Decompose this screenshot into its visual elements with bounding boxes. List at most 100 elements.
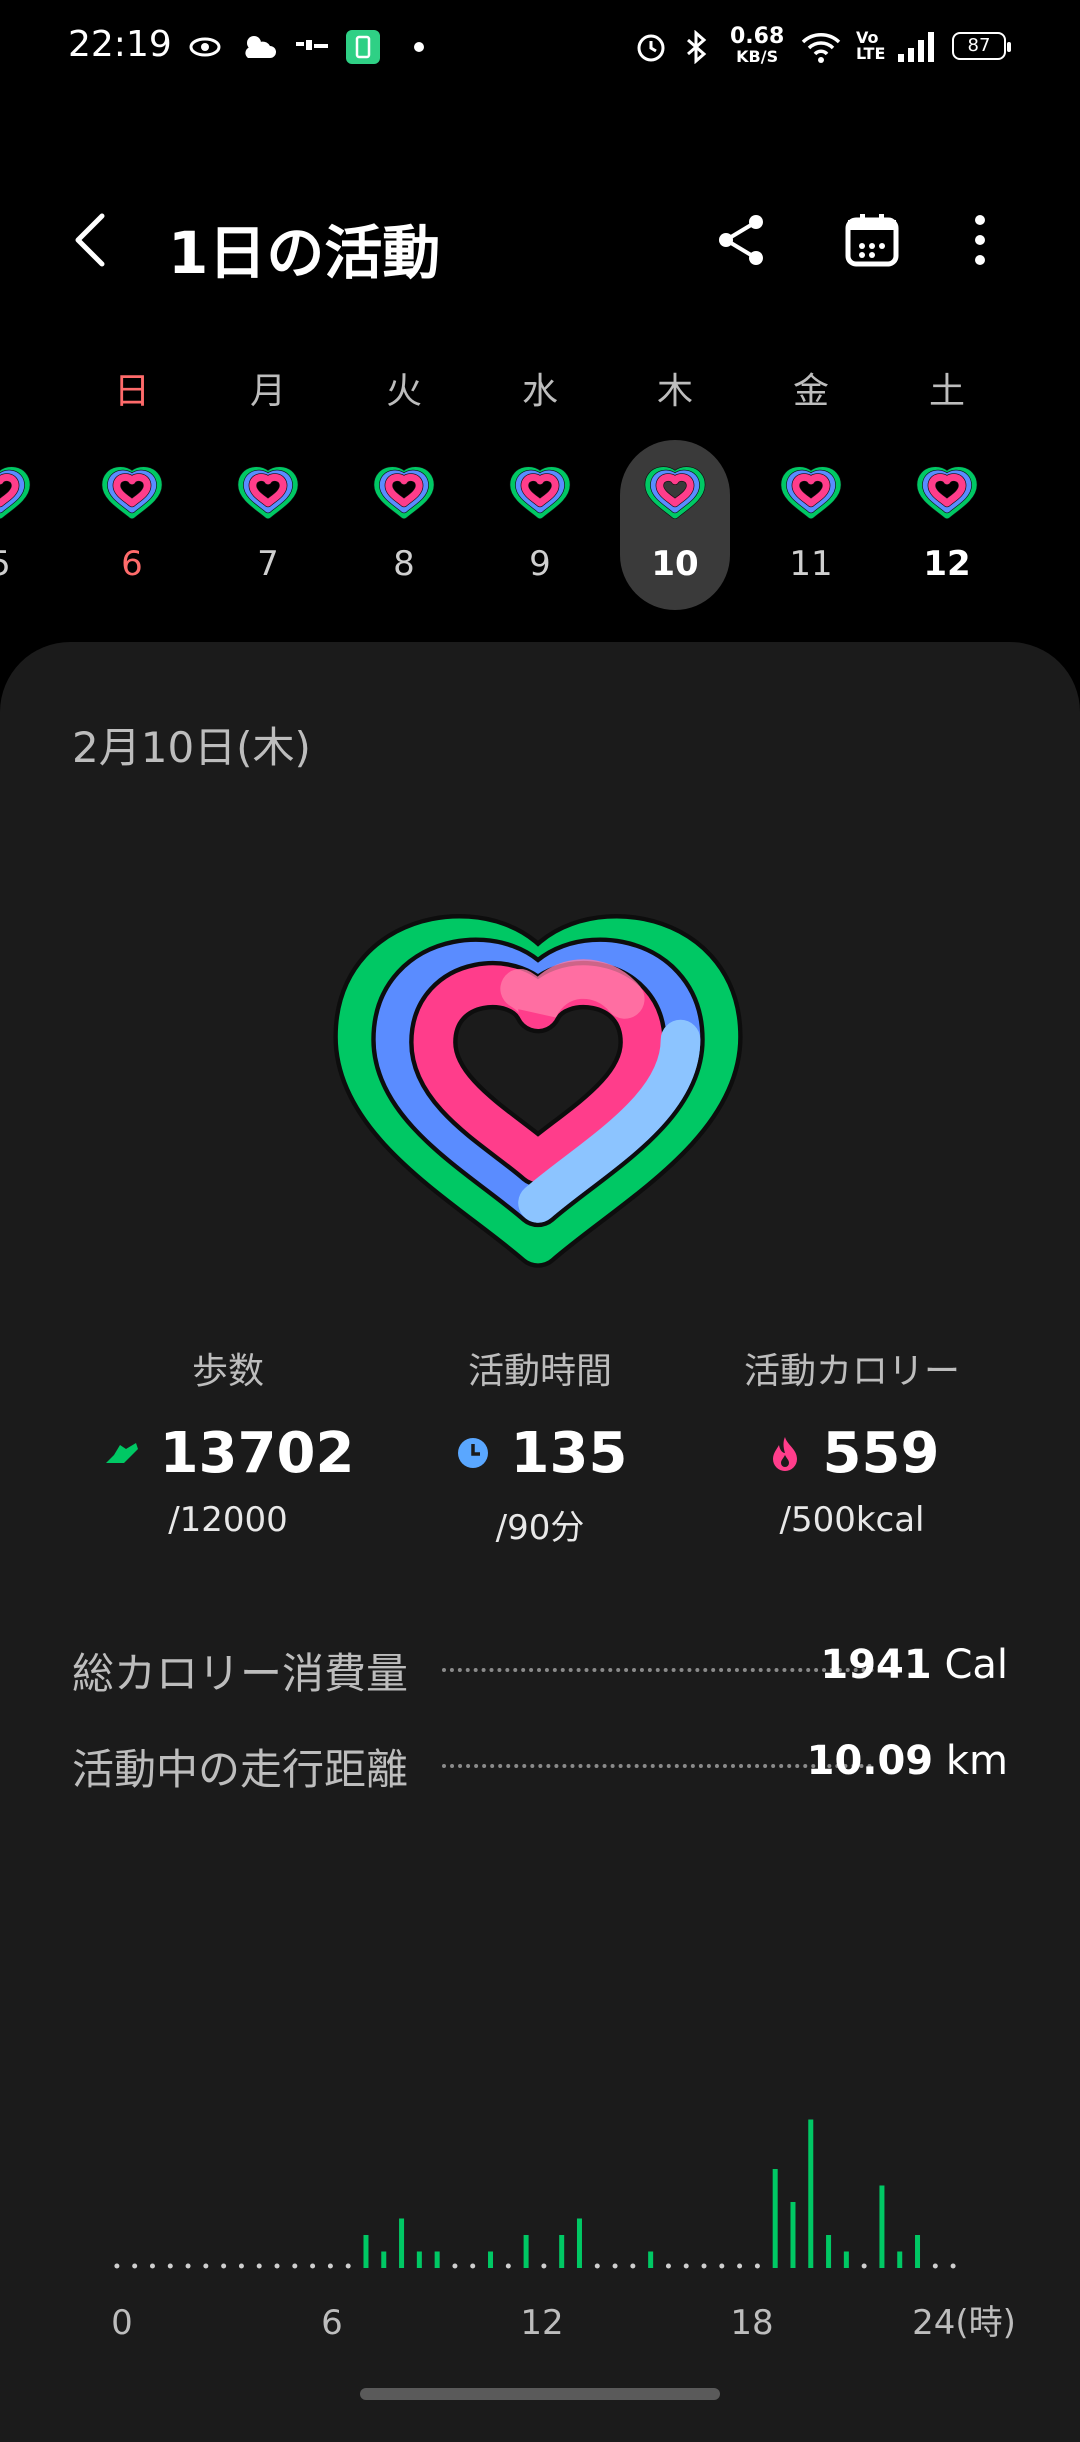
volte-indicator: Vo LTE (856, 28, 886, 63)
hourly-activity-chart: 0 6 12 18 24(時) (111, 2119, 1016, 2343)
app-bar: 1日の活動 (0, 200, 1080, 287)
hourly-bar (399, 2218, 405, 2268)
hourly-empty-dot (737, 2263, 743, 2269)
weekday-6: 金 (792, 371, 829, 412)
alarm-icon (637, 34, 665, 62)
hourly-bar (381, 2251, 387, 2268)
hourly-empty-dot (594, 2263, 600, 2269)
date-item-5[interactable]: 5 (0, 440, 55, 610)
distance-label: 活動中の走行距離 (72, 1745, 409, 1794)
date-item-6[interactable]: 6 (77, 440, 187, 610)
total-calories-label: 総カロリー消費量 (72, 1649, 409, 1698)
total-calories-row: 総カロリー消費量 1941 Cal (72, 1640, 1008, 1700)
hourly-empty-dot (256, 2263, 262, 2269)
net-speed: 0.68 KB/S (730, 26, 784, 66)
total-calories-value: 1941 Cal (820, 1642, 1008, 1688)
bluetooth-icon (687, 30, 707, 64)
shoe-icon (105, 1443, 138, 1463)
hourly-empty-dot (470, 2263, 476, 2269)
calories-stat: 活動カロリー 559 /500kcal (682, 1342, 1022, 1540)
calendar-button[interactable] (842, 210, 902, 270)
day-ring-icon (509, 466, 571, 520)
weekday-5: 木 (656, 371, 693, 412)
hourly-bar (915, 2235, 921, 2268)
hourly-empty-dot (274, 2263, 280, 2269)
signal-icon (898, 32, 934, 62)
notification-dot-icon (414, 42, 424, 52)
hourly-empty-dot (292, 2263, 298, 2269)
x-tick-label: 24(時) (912, 2303, 1016, 2343)
share-button[interactable] (712, 210, 772, 270)
hourly-empty-dot (683, 2263, 689, 2269)
news-icon (296, 40, 328, 50)
date-number: 10 (651, 544, 699, 584)
date-number: 9 (529, 544, 551, 584)
active-time-value: 135 (510, 1420, 628, 1486)
date-number: 8 (393, 544, 415, 584)
weekday-1: 日 (113, 371, 150, 412)
steps-stat: 歩数 13702 /12000 (58, 1342, 398, 1540)
battery-indicator: 87 (952, 32, 1011, 60)
battery-saver-icon (346, 30, 380, 64)
day-ring-icon (0, 466, 31, 520)
x-tick-label: 18 (730, 2303, 773, 2343)
date-item-8[interactable]: 8 (349, 440, 459, 610)
wifi-icon (801, 33, 841, 63)
date-item-12[interactable]: 12 (892, 440, 1002, 610)
date-number: 7 (257, 544, 279, 584)
calories-ring (791, 473, 831, 508)
calories-value: 559 (822, 1420, 940, 1486)
day-ring-icon (780, 466, 842, 520)
calories-ring (112, 473, 152, 508)
date-label: 2月10日(木) (72, 723, 311, 772)
hourly-bar (488, 2251, 494, 2268)
dotted-leader (442, 1668, 882, 1672)
date-item-7[interactable]: 7 (213, 440, 323, 610)
hourly-empty-dot (327, 2263, 333, 2269)
steps-goal: /12000 (168, 1500, 288, 1540)
calories-label: 活動カロリー (743, 1351, 960, 1392)
weekday-3: 火 (385, 371, 422, 412)
hourly-empty-dot (167, 2263, 173, 2269)
day-ring-icon (101, 466, 163, 520)
distance-value: 10.09 km (807, 1738, 1008, 1784)
daily-activity-card: 2月10日(木) 歩数 13702 /12000 活動時間 135 /90分 活… (0, 642, 1080, 2442)
hourly-empty-dot (505, 2263, 511, 2269)
status-bar: 22:19 0.68 KB/S Vo LTE 87 (0, 0, 1080, 96)
status-time: 22:19 (68, 24, 172, 65)
clock-icon (457, 1438, 488, 1468)
x-tick-label: 6 (321, 2303, 343, 2343)
hourly-empty-dot (452, 2263, 458, 2269)
hourly-empty-dot (149, 2263, 155, 2269)
net-speed-unit: KB/S (736, 47, 779, 66)
x-tick-label: 0 (111, 2303, 133, 2343)
date-number: 12 (923, 544, 971, 584)
hourly-empty-dot (701, 2263, 707, 2269)
more-options-button[interactable] (960, 210, 1000, 270)
hourly-bar (897, 2251, 903, 2268)
hourly-empty-dot (630, 2263, 636, 2269)
date-item-9[interactable]: 9 (485, 440, 595, 610)
date-item-10[interactable]: 10 (620, 440, 730, 610)
hourly-empty-dot (203, 2263, 209, 2269)
hourly-empty-dot (310, 2263, 316, 2269)
distance-row: 活動中の走行距離 10.09 km (72, 1736, 1008, 1796)
back-button[interactable] (64, 208, 124, 272)
hourly-empty-dot (612, 2263, 618, 2269)
hourly-bar (772, 2169, 778, 2268)
hourly-empty-dot (754, 2263, 760, 2269)
home-indicator[interactable] (360, 2388, 720, 2400)
hourly-empty-dot (950, 2263, 956, 2269)
hourly-empty-dot (665, 2263, 671, 2269)
hourly-empty-dot (132, 2263, 138, 2269)
date-number: 6 (121, 544, 143, 584)
day-ring-icon (916, 466, 978, 520)
calories-goal: /500kcal (779, 1500, 925, 1540)
calories-ring (927, 473, 967, 508)
hourly-empty-dot (221, 2263, 227, 2269)
total-calories-number: 1941 (820, 1642, 932, 1688)
date-item-11[interactable]: 11 (756, 440, 866, 610)
hourly-bar (648, 2251, 654, 2268)
hourly-bar (363, 2235, 369, 2268)
x-tick-label: 12 (520, 2303, 563, 2343)
